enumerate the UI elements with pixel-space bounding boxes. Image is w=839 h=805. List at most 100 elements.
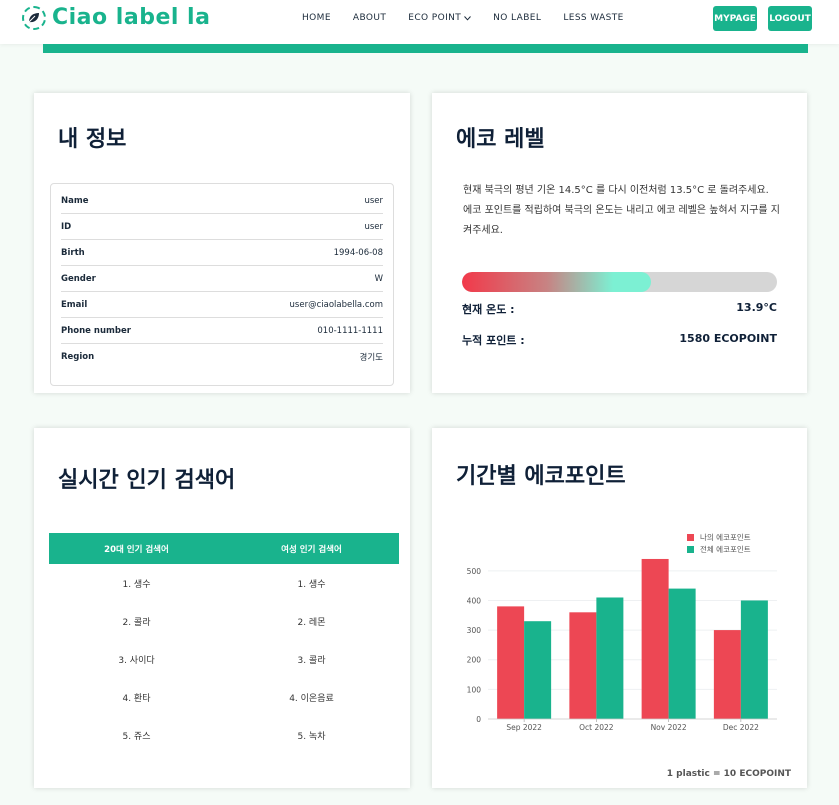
nav-no-label[interactable]: NO LABEL [493, 13, 541, 23]
chevron-down-icon [464, 15, 472, 21]
nav-home[interactable]: HOME [302, 13, 331, 23]
info-row-phone: Phone number 010-1111-1111 [61, 318, 383, 344]
bar-my-points [641, 558, 669, 719]
search-term[interactable]: 1. 생수 [49, 564, 224, 602]
header-accent-bar [43, 44, 808, 53]
search-term[interactable]: 2. 레몬 [224, 602, 399, 640]
search-term[interactable]: 4. 환타 [49, 678, 224, 716]
search-term[interactable]: 3. 콜라 [224, 640, 399, 678]
eco-level-progress-bar [462, 272, 777, 292]
search-header-20s: 20대 인기 검색어 [104, 544, 169, 555]
nav-about[interactable]: ABOUT [353, 13, 386, 23]
info-value: 010-1111-1111 [317, 325, 383, 336]
logout-button[interactable]: LOGOUT [768, 6, 812, 31]
my-info-title: 내 정보 [58, 127, 127, 152]
search-term[interactable]: 2. 콜라 [49, 602, 224, 640]
chart-footnote: 1 plastic = 10 ECOPOINT [666, 769, 791, 779]
search-term[interactable]: 4. 이온음료 [224, 678, 399, 716]
x-tick-label: Sep 2022 [506, 723, 542, 732]
legend-swatch [687, 546, 694, 553]
site-logo[interactable]: Ciao label la [22, 5, 210, 30]
site-header: Ciao label la HOME ABOUT ECO POINT NO LA… [0, 0, 839, 44]
popular-search-title: 실시간 인기 검색어 [58, 468, 236, 493]
info-value: user@ciaolabella.com [289, 299, 383, 310]
info-row-region: Region 경기도 [61, 344, 383, 370]
eco-level-progress-fill [462, 272, 651, 292]
info-label: Phone number [61, 325, 131, 336]
eco-level-title: 에코 레벨 [456, 127, 545, 152]
info-value: W [374, 273, 383, 284]
nav-home-label: HOME [302, 13, 331, 23]
bar-total-points [524, 621, 552, 719]
legend-swatch [687, 534, 694, 541]
current-temp-line: 현재 온도 : 13.9°C [462, 301, 777, 317]
y-tick-label: 100 [467, 685, 482, 694]
eco-level-description: 현재 북극의 평년 기온 14.5°C 를 다시 이전처럼 13.5°C 로 돌… [463, 185, 780, 236]
main-nav: HOME ABOUT ECO POINT NO LABEL LESS WASTE [302, 13, 624, 23]
bar-total-points [740, 600, 768, 719]
points-line: 누적 포인트 : 1580 ECOPOINT [462, 332, 777, 348]
info-label: Name [61, 195, 89, 206]
nav-less-waste-label: LESS WASTE [563, 13, 624, 23]
legend-label: 나의 에코포인트 [700, 532, 751, 542]
table-row: 1. 생수 1. 생수 [49, 564, 399, 602]
eco-level-card: 에코 레벨 현재 북극의 평년 기온 14.5°C 를 다시 이전처럼 13.5… [432, 93, 807, 393]
info-value: 경기도 [359, 353, 383, 363]
bar-my-points [713, 630, 741, 719]
info-row-id: ID user [61, 214, 383, 240]
nav-less-waste[interactable]: LESS WASTE [563, 13, 623, 23]
search-term[interactable]: 5. 녹차 [224, 716, 399, 754]
mypage-button[interactable]: MYPAGE [713, 6, 757, 31]
info-value: 1994-06-08 [333, 247, 383, 258]
leaf-logo-icon [22, 5, 46, 30]
my-info-card: 내 정보 Name user ID user Birth 1994-06-08 Gen… [34, 93, 410, 393]
x-tick-label: Dec 2022 [723, 723, 759, 732]
info-value: user [364, 195, 383, 206]
table-row: 5. 쥬스 5. 녹차 [49, 716, 399, 754]
popular-search-header: 20대 인기 검색어 여성 인기 검색어 [49, 533, 399, 564]
eco-point-chart-card: 기간별 에코포인트 0 100 200 300 400 500 Sep 2022 Oct 20… [432, 428, 807, 788]
x-tick-label: Nov 2022 [651, 723, 687, 732]
nav-eco-point[interactable]: ECO POINT [408, 13, 472, 23]
bar-my-points [497, 606, 525, 719]
popular-search-card: 실시간 인기 검색어 20대 인기 검색어 여성 인기 검색어 1. 생수 1. … [34, 428, 410, 788]
table-row: 2. 콜라 2. 레몬 [49, 602, 399, 640]
nav-no-label-label: NO LABEL [493, 13, 542, 23]
info-label: Email [61, 299, 88, 310]
search-term[interactable]: 5. 쥬스 [49, 716, 224, 754]
info-label: Gender [61, 273, 96, 284]
search-term[interactable]: 1. 생수 [224, 564, 399, 602]
legend-label: 전체 에코포인트 [700, 544, 751, 554]
nav-eco-point-label: ECO POINT [408, 13, 462, 23]
info-label: Birth [61, 247, 85, 258]
info-label: Region [61, 352, 95, 362]
current-temp-label: 현재 온도 : [462, 303, 515, 316]
eco-point-bar-chart: 0 100 200 300 400 500 Sep 2022 Oct 2022 Nov 2022… [467, 532, 777, 732]
search-term[interactable]: 3. 사이다 [49, 640, 224, 678]
info-label: ID [61, 221, 72, 232]
table-row: 4. 환타 4. 이온음료 [49, 678, 399, 716]
bar-total-points [596, 597, 624, 719]
points-value: 1580 ECOPOINT [679, 332, 777, 345]
y-tick-label: 400 [467, 596, 482, 605]
info-row-gender: Gender W [61, 266, 383, 292]
info-row-birth: Birth 1994-06-08 [61, 240, 383, 266]
y-tick-label: 300 [467, 626, 482, 635]
current-temp-value: 13.9°C [736, 301, 777, 314]
brand-name: Ciao label la [52, 5, 211, 30]
popular-search-list: 1. 생수 1. 생수 2. 콜라 2. 레몬 3. 사이다 3. 콜라 4. 환타 4… [49, 564, 399, 754]
table-row: 3. 사이다 3. 콜라 [49, 640, 399, 678]
bar-my-points [569, 612, 597, 719]
points-label: 누적 포인트 : [462, 334, 525, 347]
y-tick-label: 200 [467, 656, 482, 665]
my-info-table: Name user ID user Birth 1994-06-08 Gender W … [50, 183, 394, 386]
y-tick-label: 0 [476, 715, 481, 724]
info-row-name: Name user [61, 188, 383, 214]
search-header-women: 여성 인기 검색어 [281, 544, 342, 555]
bar-total-points [668, 588, 696, 719]
nav-about-label: ABOUT [352, 13, 387, 23]
x-tick-label: Oct 2022 [579, 723, 614, 732]
info-row-email: Email user@ciaolabella.com [61, 292, 383, 318]
y-tick-label: 500 [467, 567, 482, 576]
info-value: user [364, 221, 383, 232]
